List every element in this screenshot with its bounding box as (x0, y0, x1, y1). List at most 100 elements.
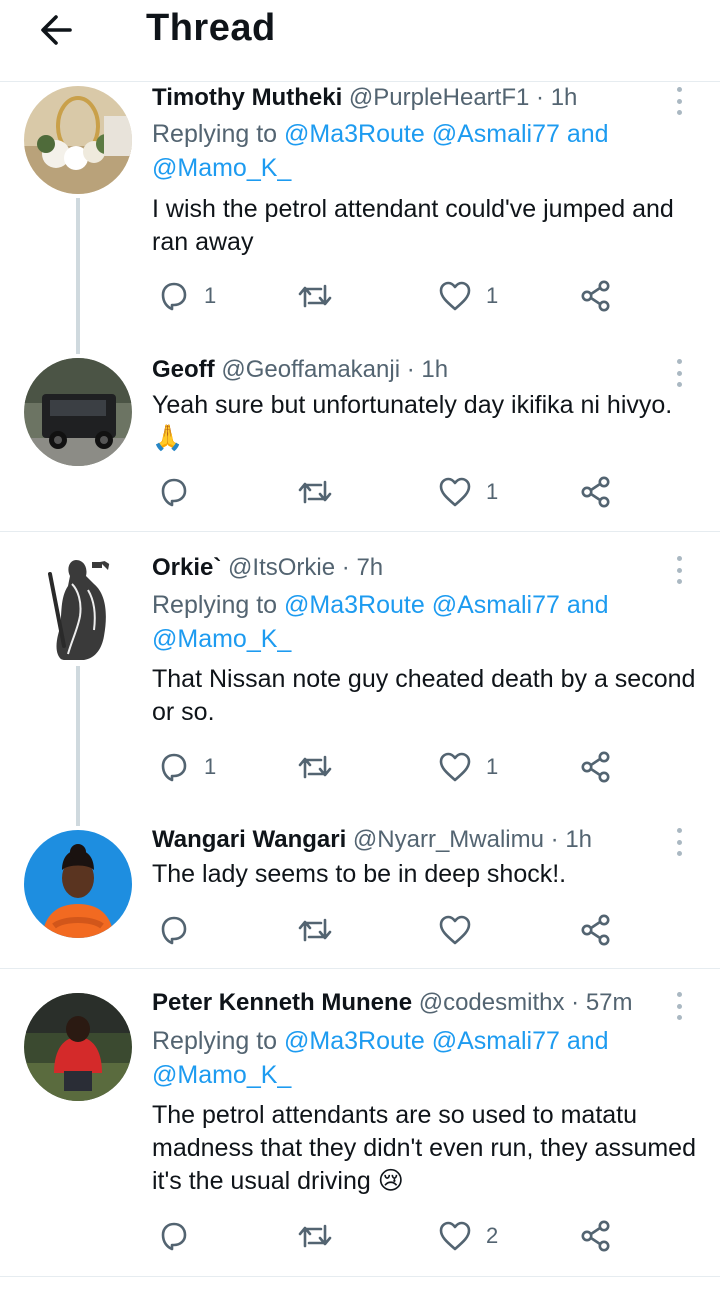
retweet-button[interactable] (298, 276, 332, 316)
retweet-button[interactable] (298, 1216, 332, 1256)
share-button[interactable] (580, 747, 612, 787)
retweet-button[interactable] (298, 472, 332, 512)
author-name[interactable]: Peter Kenneth Munene (152, 989, 412, 1016)
reply-button[interactable] (158, 472, 204, 512)
mention-link[interactable]: @Asmali77 (432, 1027, 560, 1055)
back-button[interactable] (34, 8, 78, 52)
author-name[interactable]: Orkie` (152, 554, 221, 581)
tweet-actions: 1 (0, 472, 720, 512)
author-name[interactable]: Timothy Mutheki (152, 84, 342, 111)
retweet-button[interactable] (298, 747, 332, 787)
tweet-text: Yeah sure but unfortunately day ikifika … (152, 391, 673, 452)
share-icon (581, 914, 610, 946)
tweet-time[interactable]: 57m (586, 989, 633, 1016)
retweet-icon (298, 480, 332, 504)
reply-icon (161, 282, 187, 311)
mention-link[interactable]: @Ma3Route (284, 120, 425, 148)
more-options-button[interactable] (667, 825, 691, 859)
avatar[interactable] (24, 554, 132, 662)
like-icon (439, 477, 471, 507)
like-count: 1 (486, 479, 499, 504)
author-name[interactable]: Wangari Wangari (152, 826, 346, 853)
tweet-header: Geoff @Geoffamakanji · 1h (152, 356, 449, 383)
tweet-header: Timothy Mutheki @PurpleHeartF1 · 1h (152, 84, 578, 111)
like-button[interactable]: 1 (438, 472, 498, 512)
like-icon (439, 1221, 471, 1251)
reply-button[interactable] (158, 910, 204, 950)
author-handle[interactable]: @Geoffamakanji (221, 356, 400, 383)
like-count: 1 (486, 283, 499, 308)
more-options-button[interactable] (667, 553, 691, 587)
share-button[interactable] (580, 1216, 612, 1256)
author-handle[interactable]: @codesmithx (419, 989, 565, 1016)
reply-count: 1 (204, 754, 217, 779)
mention-link[interactable]: @Mamo_K_ (152, 625, 291, 653)
divider (0, 968, 720, 969)
reply-button[interactable]: 1 (158, 276, 216, 316)
author-name[interactable]: Geoff (152, 356, 215, 383)
retweet-button[interactable] (298, 910, 332, 950)
like-count: 2 (486, 1223, 499, 1248)
reply-icon (161, 1222, 187, 1251)
tweet-text: The petrol attendants are so used to mat… (152, 1101, 696, 1195)
retweet-icon (298, 1224, 332, 1248)
share-icon (581, 280, 610, 312)
divider (0, 1276, 720, 1277)
tweet-text: That Nissan note guy cheated death by a … (152, 665, 696, 726)
tweet-time[interactable]: 1h (565, 826, 592, 853)
more-options-button[interactable] (667, 356, 691, 390)
reply-icon (161, 916, 187, 945)
share-icon (581, 1220, 610, 1252)
tweet-header: Wangari Wangari @Nyarr_Mwalimu · 1h (152, 826, 593, 853)
tweet-header: Orkie` @ItsOrkie · 7h (152, 554, 384, 581)
like-button[interactable] (438, 910, 486, 950)
retweet-icon (298, 755, 332, 779)
reply-count: 1 (204, 283, 217, 308)
avatar[interactable] (24, 86, 132, 194)
tweet-actions: 1 1 (0, 747, 720, 787)
more-options-button[interactable] (667, 84, 691, 118)
mention-link[interactable]: @Asmali77 (432, 120, 560, 148)
author-handle[interactable]: @ItsOrkie (228, 554, 335, 581)
retweet-icon (298, 918, 332, 942)
tweet-actions: 2 (0, 1216, 720, 1256)
mention-link[interactable]: @Mamo_K_ (152, 1061, 291, 1089)
retweet-icon (298, 284, 332, 308)
share-button[interactable] (580, 276, 612, 316)
share-icon (581, 751, 610, 783)
tweet-time[interactable]: 7h (356, 554, 383, 581)
reply-icon (161, 753, 187, 782)
like-count: 1 (486, 754, 499, 779)
replying-to: Replying to @Ma3Route @Asmali77 and @Mam… (152, 591, 609, 653)
like-button[interactable]: 1 (438, 276, 498, 316)
tweet-time[interactable]: 1h (551, 84, 578, 111)
reply-button[interactable]: 1 (158, 747, 216, 787)
like-icon (439, 752, 471, 782)
like-button[interactable]: 1 (438, 747, 498, 787)
author-handle[interactable]: @PurpleHeartF1 (349, 84, 529, 111)
reply-icon (161, 478, 187, 507)
divider (0, 531, 720, 532)
mention-link[interactable]: @Ma3Route (284, 1027, 425, 1055)
reply-button[interactable] (158, 1216, 204, 1256)
more-options-button[interactable] (667, 989, 691, 1023)
avatar[interactable] (24, 358, 132, 466)
replying-to: Replying to @Ma3Route @Asmali77 and @Mam… (152, 120, 609, 182)
author-handle[interactable]: @Nyarr_Mwalimu (353, 826, 544, 853)
mention-link[interactable]: @Mamo_K_ (152, 154, 291, 182)
like-icon (439, 281, 471, 311)
avatar[interactable] (24, 993, 132, 1101)
like-icon (439, 915, 471, 945)
like-button[interactable]: 2 (438, 1216, 498, 1256)
share-icon (581, 476, 610, 508)
mention-link[interactable]: @Ma3Route (284, 591, 425, 619)
share-button[interactable] (580, 472, 612, 512)
tweet-time[interactable]: 1h (421, 356, 448, 383)
thread-connector (76, 666, 80, 826)
tweet-text: I wish the petrol attendant could've jum… (152, 195, 674, 256)
page-title: Thread (146, 7, 276, 49)
share-button[interactable] (580, 910, 612, 950)
arrow-left-icon (41, 15, 72, 45)
thread-header: Thread (0, 0, 720, 82)
mention-link[interactable]: @Asmali77 (432, 591, 560, 619)
